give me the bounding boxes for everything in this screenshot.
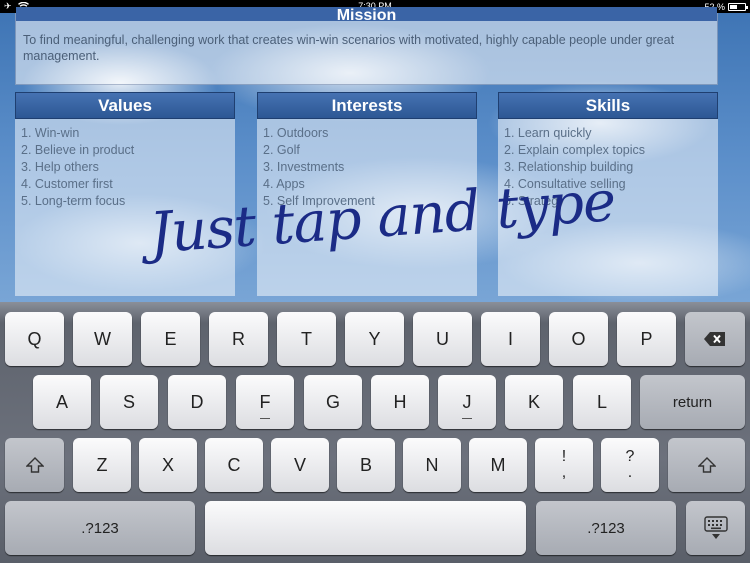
interests-item[interactable]: 3. Investments <box>263 159 477 176</box>
key-j[interactable]: J <box>438 375 496 429</box>
key-r[interactable]: R <box>209 312 268 366</box>
key-bump <box>260 418 270 419</box>
key-f[interactable]: F <box>236 375 294 429</box>
shift-icon <box>697 457 716 473</box>
key-b[interactable]: B <box>337 438 395 492</box>
key-exclaim-label: ! <box>561 448 567 465</box>
key-h[interactable]: H <box>371 375 429 429</box>
key-t[interactable]: T <box>277 312 336 366</box>
mission-title: Mission <box>16 7 717 21</box>
key-z[interactable]: Z <box>73 438 131 492</box>
onscreen-keyboard: Q W E R T Y U I O P A S D F G H J K L re… <box>0 302 750 563</box>
interests-item[interactable]: 2. Golf <box>263 142 477 159</box>
key-a[interactable]: A <box>33 375 91 429</box>
key-u[interactable]: U <box>413 312 472 366</box>
key-q[interactable]: Q <box>5 312 64 366</box>
key-g[interactable]: G <box>304 375 362 429</box>
backspace-icon <box>704 332 725 346</box>
key-w[interactable]: W <box>73 312 132 366</box>
skills-title: Skills <box>498 92 718 119</box>
key-comma-label: , <box>561 464 567 481</box>
shift-key-right[interactable] <box>668 438 745 492</box>
key-m[interactable]: M <box>469 438 527 492</box>
key-question-label: ? <box>625 448 635 465</box>
key-y[interactable]: Y <box>345 312 404 366</box>
interests-title: Interests <box>257 92 477 119</box>
key-f-label: F <box>259 391 271 412</box>
space-bar[interactable] <box>205 501 526 555</box>
key-d[interactable]: D <box>168 375 226 429</box>
return-key[interactable]: return <box>640 375 745 429</box>
skills-item[interactable]: 2. Explain complex topics <box>504 142 718 159</box>
values-item[interactable]: 1. Win-win <box>21 125 235 142</box>
key-n[interactable]: N <box>403 438 461 492</box>
numbers-key-left[interactable]: .?123 <box>5 501 195 555</box>
interests-item[interactable]: 1. Outdoors <box>263 125 477 142</box>
key-j-label: J <box>462 391 472 412</box>
values-title: Values <box>15 92 235 119</box>
values-item[interactable]: 4. Customer first <box>21 176 235 193</box>
key-v[interactable]: V <box>271 438 329 492</box>
keyboard-dismiss-icon <box>703 516 728 539</box>
key-s[interactable]: S <box>100 375 158 429</box>
key-x[interactable]: X <box>139 438 197 492</box>
mission-text[interactable]: To find meaningful, challenging work tha… <box>23 32 707 64</box>
backspace-key[interactable] <box>685 312 745 366</box>
hide-keyboard-key[interactable] <box>686 501 745 555</box>
skills-item[interactable]: 1. Learn quickly <box>504 125 718 142</box>
key-i[interactable]: I <box>481 312 540 366</box>
key-exclaim-comma[interactable]: ! , <box>535 438 593 492</box>
key-l[interactable]: L <box>573 375 631 429</box>
battery-level <box>730 4 738 9</box>
key-period-label: . <box>627 464 633 481</box>
key-o[interactable]: O <box>549 312 608 366</box>
values-item[interactable]: 2. Believe in product <box>21 142 235 159</box>
key-k[interactable]: K <box>505 375 563 429</box>
numbers-key-right[interactable]: .?123 <box>536 501 676 555</box>
battery-icon <box>728 2 748 11</box>
key-question-period[interactable]: ? . <box>601 438 659 492</box>
shift-key-left[interactable] <box>5 438 64 492</box>
key-bump <box>462 418 472 419</box>
key-c[interactable]: C <box>205 438 263 492</box>
values-item[interactable]: 3. Help others <box>21 159 235 176</box>
shift-icon <box>25 457 44 473</box>
mission-panel[interactable]: Mission To find meaningful, challenging … <box>15 7 718 85</box>
key-p[interactable]: P <box>617 312 676 366</box>
key-e[interactable]: E <box>141 312 200 366</box>
